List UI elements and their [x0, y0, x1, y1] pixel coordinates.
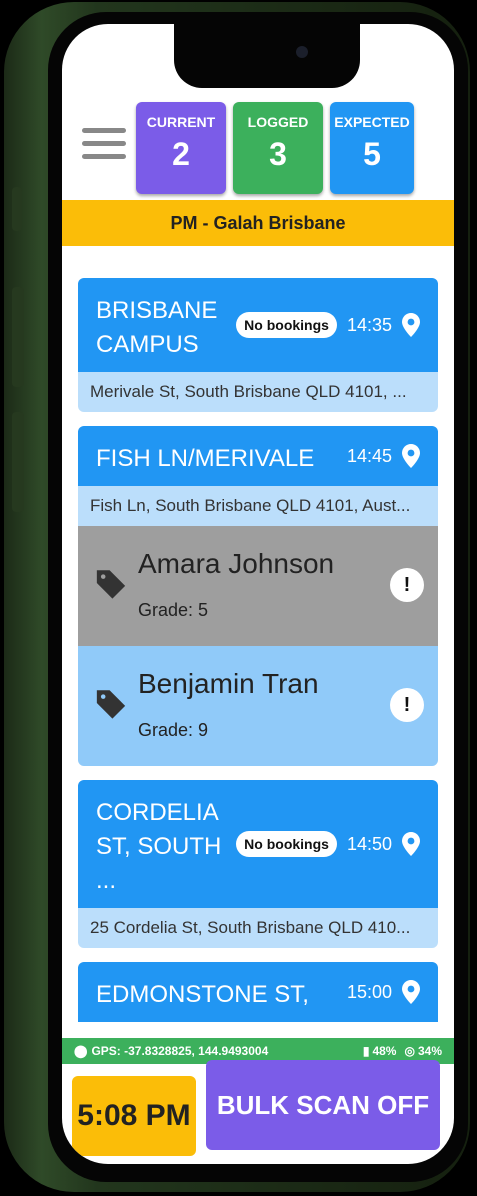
clock: 5:08 PM [72, 1076, 196, 1156]
mute-switch [12, 187, 22, 231]
stop-header[interactable]: CORDELIA ST, SOUTH ... No bookings 14:50 [78, 780, 438, 908]
stop-time: 14:50 [346, 833, 392, 854]
location-pin-icon[interactable] [402, 444, 420, 468]
alert-icon[interactable]: ! [390, 688, 424, 722]
student-name: Benjamin Tran [138, 668, 319, 699]
camera [296, 46, 308, 58]
stop-time: 15:00 [346, 981, 392, 1002]
bulk-scan-button[interactable]: BULK SCAN OFF [206, 1060, 440, 1150]
student-grade: Grade: 5 [138, 600, 209, 620]
counter-label: EXPECTED [334, 114, 410, 130]
location-pin-icon[interactable] [402, 313, 420, 337]
counter-label: CURRENT [146, 114, 216, 130]
battery-icon: ▮ [362, 1044, 370, 1058]
student-row[interactable]: Amara Johnson Grade: 5 ! [78, 526, 438, 646]
route-title: PM - Galah Brisbane [62, 200, 454, 246]
stop-address: 25 Cordelia St, South Brisbane QLD 410..… [78, 908, 438, 948]
stop-name: EDMONSTONE ST, [96, 981, 309, 1008]
volume-down-button [12, 412, 24, 512]
stop-time: 14:45 [346, 445, 392, 466]
stop-time: 14:35 [346, 314, 392, 335]
alert-icon[interactable]: ! [390, 568, 424, 602]
student-name: Amara Johnson [138, 548, 335, 579]
tag-icon [96, 570, 126, 599]
signal-icon: ◎ [404, 1044, 415, 1058]
counter-value: 5 [363, 136, 381, 172]
menu-icon[interactable] [82, 128, 126, 167]
counter-label: LOGGED [247, 114, 309, 130]
counter-value: 2 [172, 136, 190, 172]
gps-coordinates: GPS: -37.8328825, 144.9493004 [91, 1044, 269, 1058]
student-row[interactable]: Benjamin Tran Grade: 9 ! [78, 646, 438, 766]
stop-list: BRISBANE CAMPUS No bookings 14:35 Meriva… [78, 278, 438, 1022]
expected-counter[interactable]: EXPECTED 5 [330, 102, 414, 194]
battery-level: 48% [372, 1044, 397, 1058]
stop-name: FISH LN/MERIVALE [96, 445, 315, 472]
tag-icon [96, 690, 126, 719]
student-grade: Grade: 9 [138, 720, 209, 740]
location-pin-icon[interactable] [402, 980, 420, 1004]
counter-value: 3 [269, 136, 287, 172]
stop-address: Merivale St, South Brisbane QLD 4101, ..… [78, 372, 438, 412]
app-screen: CURRENT 2 LOGGED 3 EXPECTED 5 PM - Galah… [62, 24, 454, 1164]
location-pin-icon: ⬤ [74, 1044, 88, 1058]
no-bookings-badge: No bookings [236, 831, 337, 857]
location-pin-icon[interactable] [402, 832, 420, 856]
stop-address: Fish Ln, South Brisbane QLD 4101, Aust..… [78, 486, 438, 526]
stop-header[interactable]: FISH LN/MERIVALE 14:45 [78, 426, 438, 486]
no-bookings-badge: No bookings [236, 312, 337, 338]
notch [174, 24, 360, 88]
signal-level: 34% [417, 1044, 442, 1058]
stop-name: BRISBANE CAMPUS [96, 297, 218, 358]
volume-up-button [12, 287, 24, 387]
stop-name: CORDELIA ST, SOUTH ... [96, 799, 222, 894]
current-counter[interactable]: CURRENT 2 [136, 102, 226, 194]
stop-header[interactable]: EDMONSTONE ST, 15:00 [78, 962, 438, 1022]
stop-header[interactable]: BRISBANE CAMPUS No bookings 14:35 [78, 278, 438, 372]
logged-counter[interactable]: LOGGED 3 [233, 102, 323, 194]
